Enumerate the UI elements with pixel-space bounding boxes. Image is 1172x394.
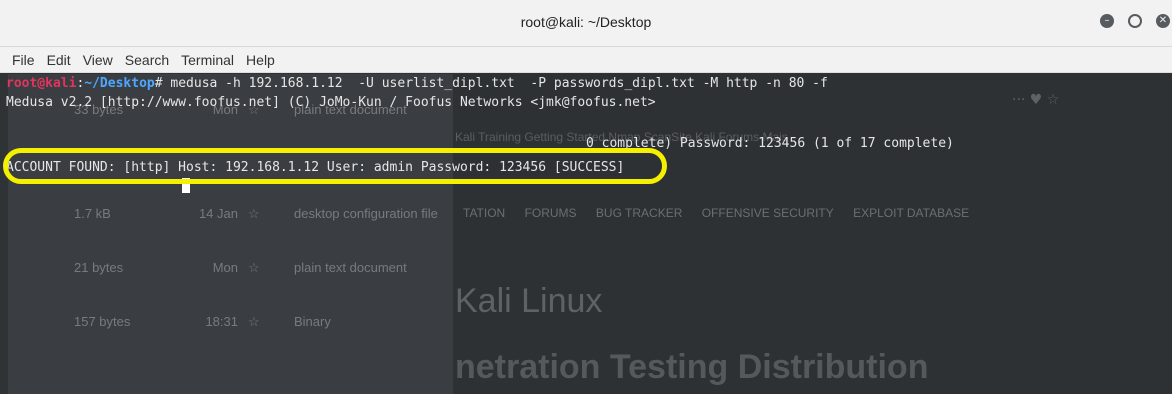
title-bar[interactable]: root@kali: ~/Desktop – ✕ (0, 0, 1172, 47)
menu-search[interactable]: Search (123, 52, 171, 68)
window-title: root@kali: ~/Desktop (520, 14, 652, 30)
menu-bar: File Edit View Search Terminal Help (0, 47, 1172, 73)
command-line: root@kali:~/Desktop# medusa -h 192.168.1… (6, 76, 828, 91)
highlight-outline (3, 148, 667, 184)
banner-line: Medusa v2.2 [http://www.foofus.net] (C) … (6, 95, 656, 110)
close-icon[interactable]: ✕ (1156, 14, 1170, 28)
prompt-user: root@kali (6, 76, 77, 91)
prompt-path: ~/Desktop (84, 76, 155, 91)
command-text: medusa -h 192.168.1.12 -U userlist_dipl.… (162, 76, 828, 91)
menu-file[interactable]: File (10, 52, 37, 68)
minimize-icon[interactable]: – (1100, 14, 1114, 28)
menu-view[interactable]: View (81, 52, 115, 68)
terminal-output[interactable]: root@kali:~/Desktop# medusa -h 192.168.1… (0, 74, 1172, 394)
menu-help[interactable]: Help (244, 52, 277, 68)
terminal-window: root@kali: ~/Desktop – ✕ File Edit View … (0, 0, 1172, 394)
maximize-icon[interactable] (1128, 14, 1142, 28)
menu-terminal[interactable]: Terminal (179, 52, 236, 68)
menu-edit[interactable]: Edit (45, 52, 73, 68)
